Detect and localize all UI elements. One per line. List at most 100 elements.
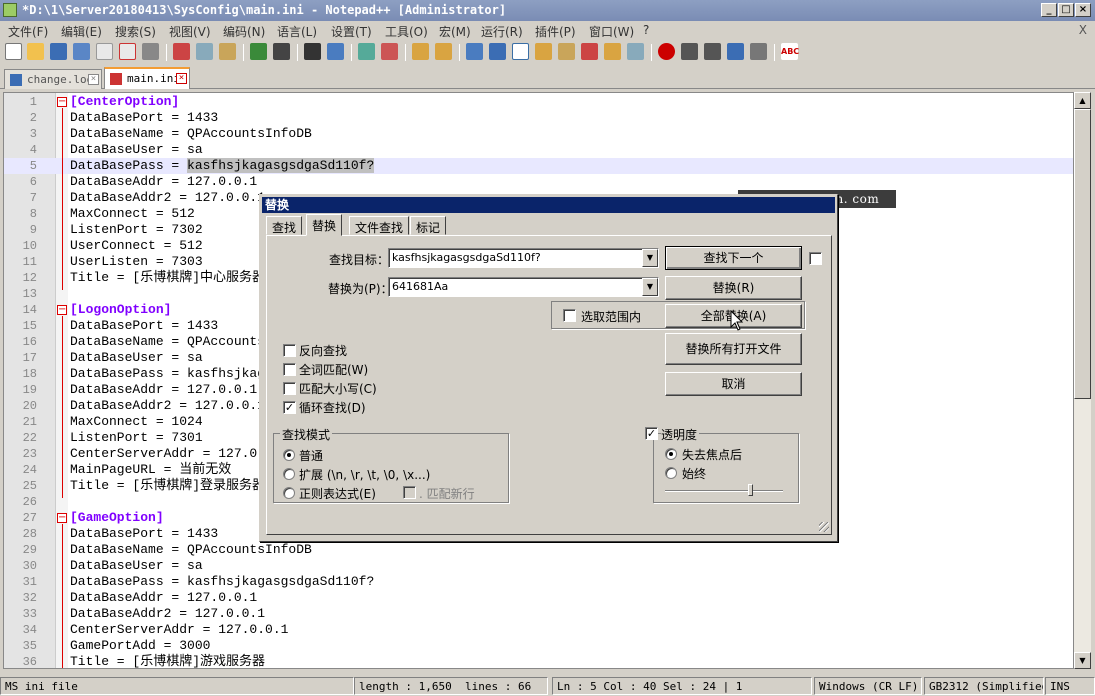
- menu-macro[interactable]: 宏(M): [439, 23, 471, 40]
- replace-combo[interactable]: 641681Aa ▼: [388, 277, 659, 297]
- tab-find-in-files[interactable]: 文件查找: [349, 216, 410, 235]
- in-selection-checkbox[interactable]: [563, 309, 576, 322]
- editor-line[interactable]: 32 DataBaseAddr = 127.0.0.1: [4, 590, 1073, 606]
- tab-mark[interactable]: 标记: [410, 216, 447, 235]
- editor-line[interactable]: 36 Title = [乐博棋牌]游戏服务器: [4, 654, 1073, 668]
- close-document-icon[interactable]: X: [1079, 23, 1087, 37]
- zoom-in-icon[interactable]: [358, 43, 375, 60]
- menu-language[interactable]: 语言(L): [277, 23, 317, 40]
- editor-line[interactable]: 4 DataBaseUser = sa: [4, 142, 1073, 158]
- fold-toggle-icon[interactable]: −: [57, 513, 67, 523]
- menu-file[interactable]: 文件(F): [8, 23, 48, 40]
- chevron-down-icon[interactable]: ▼: [642, 278, 658, 296]
- resize-grip-icon[interactable]: [819, 522, 829, 532]
- word-wrap-icon[interactable]: [466, 43, 483, 60]
- menu-edit[interactable]: 编辑(E): [61, 23, 102, 40]
- menu-search[interactable]: 搜索(S): [115, 23, 156, 40]
- menu-plugins[interactable]: 插件(P): [535, 23, 576, 40]
- chevron-down-icon[interactable]: ▼: [642, 249, 658, 267]
- menu-help[interactable]: ?: [643, 23, 649, 37]
- tab-close-icon[interactable]: ×: [88, 74, 99, 85]
- tab-change-log[interactable]: change.log ×: [4, 69, 102, 89]
- transparency-slider-thumb[interactable]: [748, 484, 753, 496]
- scroll-down-arrow-icon[interactable]: ▼: [1074, 652, 1091, 669]
- tab-main-ini[interactable]: main.ini ×: [104, 67, 190, 89]
- show-all-chars-icon[interactable]: [489, 43, 506, 60]
- function-list-icon[interactable]: [581, 43, 598, 60]
- doc-map-icon[interactable]: [558, 43, 575, 60]
- save-macro-icon[interactable]: [750, 43, 767, 60]
- scroll-thumb[interactable]: [1074, 109, 1091, 399]
- editor-line[interactable]: 3 DataBaseName = QPAccountsInfoDB: [4, 126, 1073, 142]
- folder-workspace-icon[interactable]: [604, 43, 621, 60]
- menu-tools[interactable]: 工具(O): [385, 23, 428, 40]
- monitor-icon[interactable]: [627, 43, 644, 60]
- replace-button[interactable]: 替换(R): [665, 276, 802, 300]
- copy-icon[interactable]: [196, 43, 213, 60]
- tab-close-icon[interactable]: ×: [176, 73, 187, 84]
- lang-icon[interactable]: [535, 43, 552, 60]
- always-radio[interactable]: [665, 467, 677, 479]
- mode-normal-radio[interactable]: [283, 449, 295, 461]
- save-all-icon[interactable]: [73, 43, 90, 60]
- run-macro-multiple-icon[interactable]: [727, 43, 744, 60]
- maximize-button[interactable]: □: [1058, 3, 1074, 17]
- open-file-icon[interactable]: [27, 43, 44, 60]
- paste-icon[interactable]: [219, 43, 236, 60]
- save-icon[interactable]: [50, 43, 67, 60]
- tab-find[interactable]: 查找: [266, 216, 303, 235]
- editor-line[interactable]: 5 DataBasePass = kasfhsjkagasgsdgaSd110f?: [4, 158, 1073, 174]
- stop-macro-icon[interactable]: [681, 43, 698, 60]
- editor-line[interactable]: 31 DataBasePass = kasfhsjkagasgsdgaSd110f…: [4, 574, 1073, 590]
- match-case-checkbox[interactable]: [283, 382, 296, 395]
- menu-settings[interactable]: 设置(T): [331, 23, 372, 40]
- close-all-icon[interactable]: [119, 43, 136, 60]
- find-combo[interactable]: kasfhsjkagasgsdgaSd110f? ▼: [388, 248, 659, 268]
- editor-line[interactable]: 30 DataBaseUser = sa: [4, 558, 1073, 574]
- cancel-button[interactable]: 取消: [665, 372, 802, 396]
- close-button[interactable]: ×: [1075, 3, 1091, 17]
- record-macro-icon[interactable]: [658, 43, 675, 60]
- spellcheck-icon[interactable]: ABC: [781, 43, 799, 60]
- editor-line[interactable]: 29 DataBaseName = QPAccountsInfoDB: [4, 542, 1073, 558]
- tab-replace[interactable]: 替换: [306, 214, 343, 236]
- fold-toggle-icon[interactable]: −: [57, 97, 67, 107]
- find-icon[interactable]: [304, 43, 321, 60]
- editor-line[interactable]: 1 [CenterOption]: [4, 94, 1073, 110]
- new-file-icon[interactable]: [5, 43, 22, 60]
- fold-toggle-icon[interactable]: −: [57, 305, 67, 315]
- mode-regex-radio[interactable]: [283, 487, 295, 499]
- close-file-icon[interactable]: [96, 43, 113, 60]
- wrap-checkbox[interactable]: ✓: [283, 401, 296, 414]
- replace-icon[interactable]: [327, 43, 344, 60]
- menu-encoding[interactable]: 编码(N): [223, 23, 265, 40]
- replace-all-open-button[interactable]: 替换所有打开文件: [665, 333, 802, 365]
- editor-line[interactable]: 2 DataBasePort = 1433: [4, 110, 1073, 126]
- menu-window[interactable]: 窗口(W): [589, 23, 634, 40]
- indent-guide-icon[interactable]: [512, 43, 529, 60]
- undo-icon[interactable]: [250, 43, 267, 60]
- scroll-up-arrow-icon[interactable]: ▲: [1074, 92, 1091, 109]
- extra-checkbox[interactable]: [809, 252, 822, 265]
- editor-line[interactable]: 35 GamePortAdd = 3000: [4, 638, 1073, 654]
- transparency-slider-track[interactable]: [665, 490, 783, 492]
- editor-line[interactable]: 33 DataBaseAddr2 = 127.0.0.1: [4, 606, 1073, 622]
- sync-horizontal-icon[interactable]: [435, 43, 452, 60]
- lose-focus-radio[interactable]: [665, 448, 677, 460]
- print-icon[interactable]: [142, 43, 159, 60]
- editor-line[interactable]: 6 DataBaseAddr = 127.0.0.1: [4, 174, 1073, 190]
- reverse-checkbox[interactable]: [283, 344, 296, 357]
- menu-run[interactable]: 运行(R): [481, 23, 523, 40]
- editor-line[interactable]: 34 CenterServerAddr = 127.0.0.1: [4, 622, 1073, 638]
- whole-word-checkbox[interactable]: [283, 363, 296, 376]
- mode-extended-radio[interactable]: [283, 468, 295, 480]
- menu-view[interactable]: 视图(V): [169, 23, 211, 40]
- vertical-scrollbar[interactable]: ▲ ▼: [1074, 92, 1091, 669]
- cut-icon[interactable]: [173, 43, 190, 60]
- redo-icon[interactable]: [273, 43, 290, 60]
- zoom-out-icon[interactable]: [381, 43, 398, 60]
- find-next-button[interactable]: 查找下一个: [665, 246, 802, 270]
- sync-vertical-icon[interactable]: [412, 43, 429, 60]
- transparency-checkbox[interactable]: ✓: [645, 427, 658, 440]
- play-macro-icon[interactable]: [704, 43, 721, 60]
